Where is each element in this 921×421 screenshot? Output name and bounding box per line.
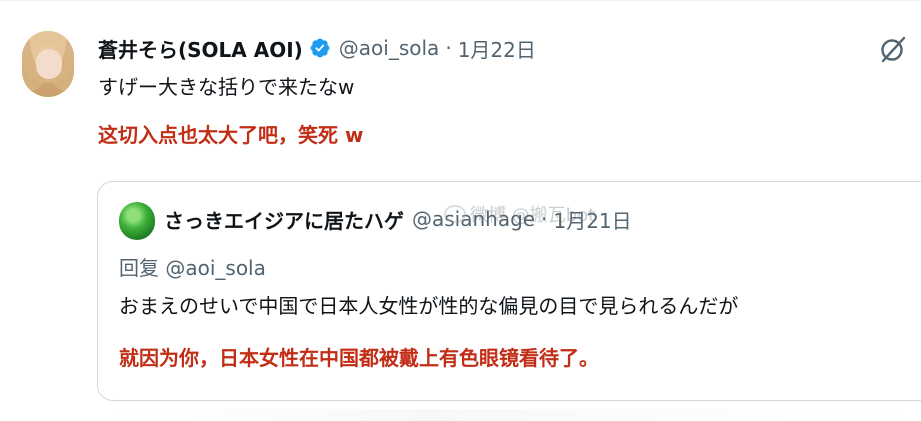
quoted-author-avatar[interactable] bbox=[119, 202, 155, 240]
quoted-display-name[interactable]: さっきエイジアに居たハゲ bbox=[164, 205, 404, 234]
author-display-name[interactable]: 蒼井そら(SOLA AOI) bbox=[98, 34, 303, 63]
next-item-hint bbox=[98, 409, 921, 421]
author-handle[interactable]: @aoi_sola bbox=[339, 36, 440, 60]
quoted-text: おまえのせいで中国で日本人女性が性的な偏見の目で見られるんだが bbox=[119, 294, 739, 318]
quoted-header: さっきエイジアに居たハゲ @asianhage · 1月21日 bbox=[164, 204, 632, 234]
quoted-annotation: 就因为你，日本女性在中国都被戴上有色眼镜看待了。 bbox=[119, 346, 599, 370]
reply-to-line: 回复 @aoi_sola bbox=[119, 256, 266, 280]
tweet-header: 蒼井そら(SOLA AOI) @aoi_sola · 1月22日 bbox=[98, 31, 536, 65]
grok-slash-icon[interactable] bbox=[878, 34, 908, 64]
quoted-handle[interactable]: @asianhage bbox=[412, 207, 535, 231]
quoted-separator: · bbox=[541, 207, 548, 231]
post-date[interactable]: 1月22日 bbox=[458, 34, 536, 63]
post-text: すげー大きな括りで来たなw bbox=[98, 75, 355, 99]
quoted-date[interactable]: 1月21日 bbox=[553, 205, 631, 234]
avatar-face bbox=[36, 49, 62, 79]
header-separator: · bbox=[445, 36, 452, 60]
author-avatar[interactable] bbox=[22, 31, 74, 97]
verified-badge-icon[interactable] bbox=[309, 37, 331, 59]
quoted-tweet[interactable]: さっきエイジアに居たハゲ @asianhage · 1月21日 回复 @aoi_… bbox=[97, 181, 921, 401]
tweet-card[interactable]: 蒼井そら(SOLA AOI) @aoi_sola · 1月22日 すげー大きな括… bbox=[0, 0, 921, 421]
post-annotation: 这切入点也太大了吧，笑死 w bbox=[98, 123, 364, 147]
